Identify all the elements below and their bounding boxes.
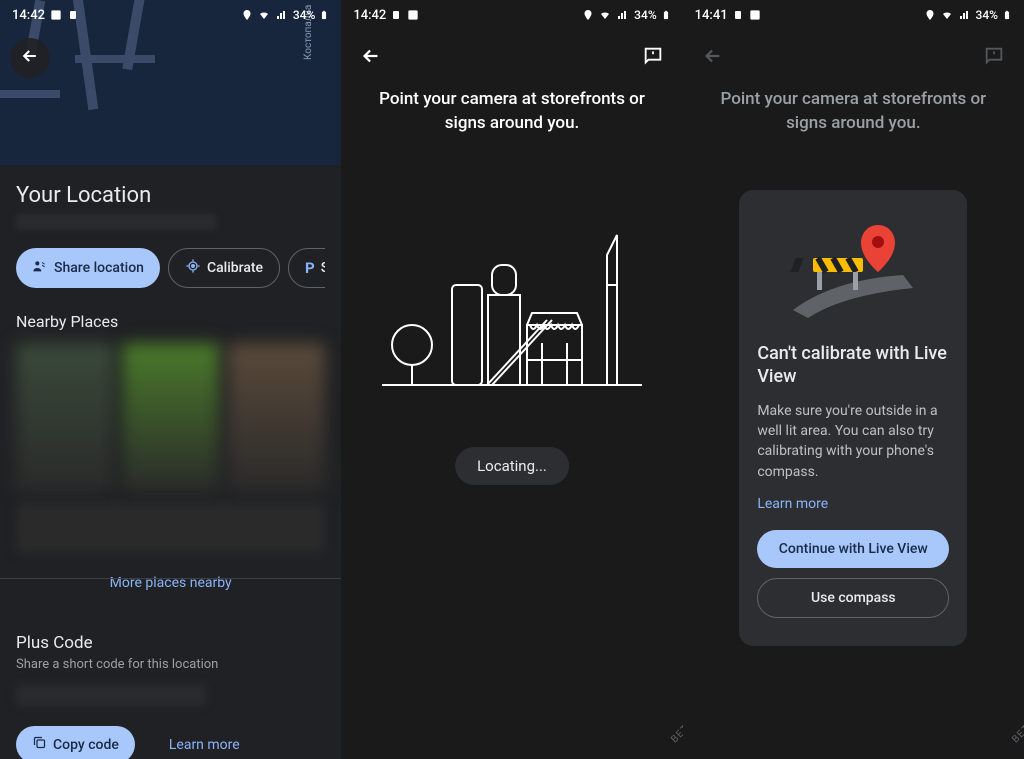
place-card[interactable] — [228, 343, 326, 493]
plus-code-value-blurred — [16, 684, 206, 706]
wifi-icon — [940, 9, 954, 21]
location-icon — [582, 9, 594, 21]
battery-icon — [1002, 8, 1012, 22]
place-card[interactable] — [122, 343, 220, 493]
save-parking-chip[interactable]: P Save park — [288, 248, 325, 288]
back-button[interactable] — [10, 38, 50, 78]
instruction-text: Point your camera at storefronts or sign… — [707, 88, 1000, 136]
battery-percent: 34% — [634, 8, 656, 22]
continue-live-view-button[interactable]: Continue with Live View — [757, 530, 949, 568]
arrow-left-icon — [20, 46, 40, 70]
location-panel: Костопалка 14:42 34% — [0, 0, 341, 759]
liveview-loading-panel: 14:42 34% Point your camera at storefron… — [341, 0, 682, 759]
feedback-icon — [642, 45, 664, 71]
use-compass-button[interactable]: Use compass — [757, 578, 949, 618]
wifi-icon — [598, 9, 612, 21]
location-icon — [241, 9, 253, 21]
chip-label: Calibrate — [207, 260, 263, 276]
battery-icon — [661, 8, 671, 22]
image-icon — [49, 8, 63, 22]
sim-icon — [67, 8, 79, 22]
feedback-button[interactable] — [637, 42, 669, 74]
status-bar: 14:42 34% — [0, 0, 341, 30]
status-time: 14:41 — [695, 8, 728, 23]
battery-percent: 34% — [976, 8, 998, 22]
calibrate-target-icon — [185, 258, 201, 278]
copy-icon — [32, 735, 47, 754]
location-icon — [924, 9, 936, 21]
dialog-learn-more-link[interactable]: Learn more — [757, 496, 949, 512]
image-icon — [748, 8, 762, 22]
calibrate-chip[interactable]: Calibrate — [168, 248, 280, 288]
status-time: 14:42 — [353, 8, 386, 23]
liveview-error-panel: 14:41 34% Point your camera at storefron… — [683, 0, 1024, 759]
beta-tag: BETA — [1010, 718, 1024, 746]
divider — [0, 578, 341, 579]
nearby-title: Nearby Places — [16, 312, 325, 331]
place-card[interactable] — [16, 343, 114, 493]
wifi-icon — [257, 9, 271, 21]
image-icon — [406, 8, 420, 22]
chip-label: Share location — [54, 260, 144, 276]
signal-icon — [275, 9, 289, 21]
copy-code-button[interactable]: Copy code — [16, 726, 135, 759]
feedback-icon — [983, 45, 1005, 71]
back-button[interactable] — [351, 38, 391, 78]
battery-icon — [319, 8, 329, 22]
error-dialog: Can't calibrate with Live View Make sure… — [739, 190, 967, 646]
plus-code-subtitle: Share a short code for this location — [16, 657, 325, 672]
places-meta-blurred — [16, 503, 325, 553]
chip-label: Save park — [321, 260, 326, 276]
nearby-places-row[interactable] — [16, 343, 325, 493]
more-places-link[interactable]: More places nearby — [16, 567, 325, 609]
location-content: Your Location Share location Calibrate P… — [0, 165, 341, 759]
button-label: Copy code — [53, 737, 119, 753]
locating-indicator: Locating... — [455, 447, 569, 485]
plus-code-title: Plus Code — [16, 633, 325, 653]
barricade-illustration — [783, 210, 923, 324]
status-time: 14:42 — [12, 8, 45, 23]
person-share-icon — [32, 258, 48, 278]
action-chips: Share location Calibrate P Save park — [16, 248, 325, 288]
page-title: Your Location — [16, 183, 325, 208]
battery-percent: 34% — [293, 8, 315, 22]
dialog-body: Make sure you're outside in a well lit a… — [757, 401, 949, 482]
sim-icon — [732, 8, 744, 22]
share-location-chip[interactable]: Share location — [16, 248, 160, 288]
arrow-left-icon — [702, 45, 724, 71]
parking-icon: P — [305, 259, 315, 277]
status-bar: 14:41 34% — [683, 0, 1024, 30]
beta-tag: BETA — [669, 718, 683, 746]
dialog-title: Can't calibrate with Live View — [757, 342, 949, 389]
location-subtitle-blurred — [16, 214, 216, 230]
learn-more-link[interactable]: Learn more — [169, 737, 240, 753]
instruction-text: Point your camera at storefronts or sign… — [365, 88, 658, 136]
sim-icon — [390, 8, 402, 22]
feedback-button[interactable] — [978, 42, 1010, 74]
signal-icon — [616, 9, 630, 21]
signal-icon — [958, 9, 972, 21]
arrow-left-icon — [360, 45, 382, 71]
back-button[interactable] — [693, 38, 733, 78]
cityscape-illustration — [382, 225, 642, 405]
status-bar: 14:42 34% — [341, 0, 682, 30]
